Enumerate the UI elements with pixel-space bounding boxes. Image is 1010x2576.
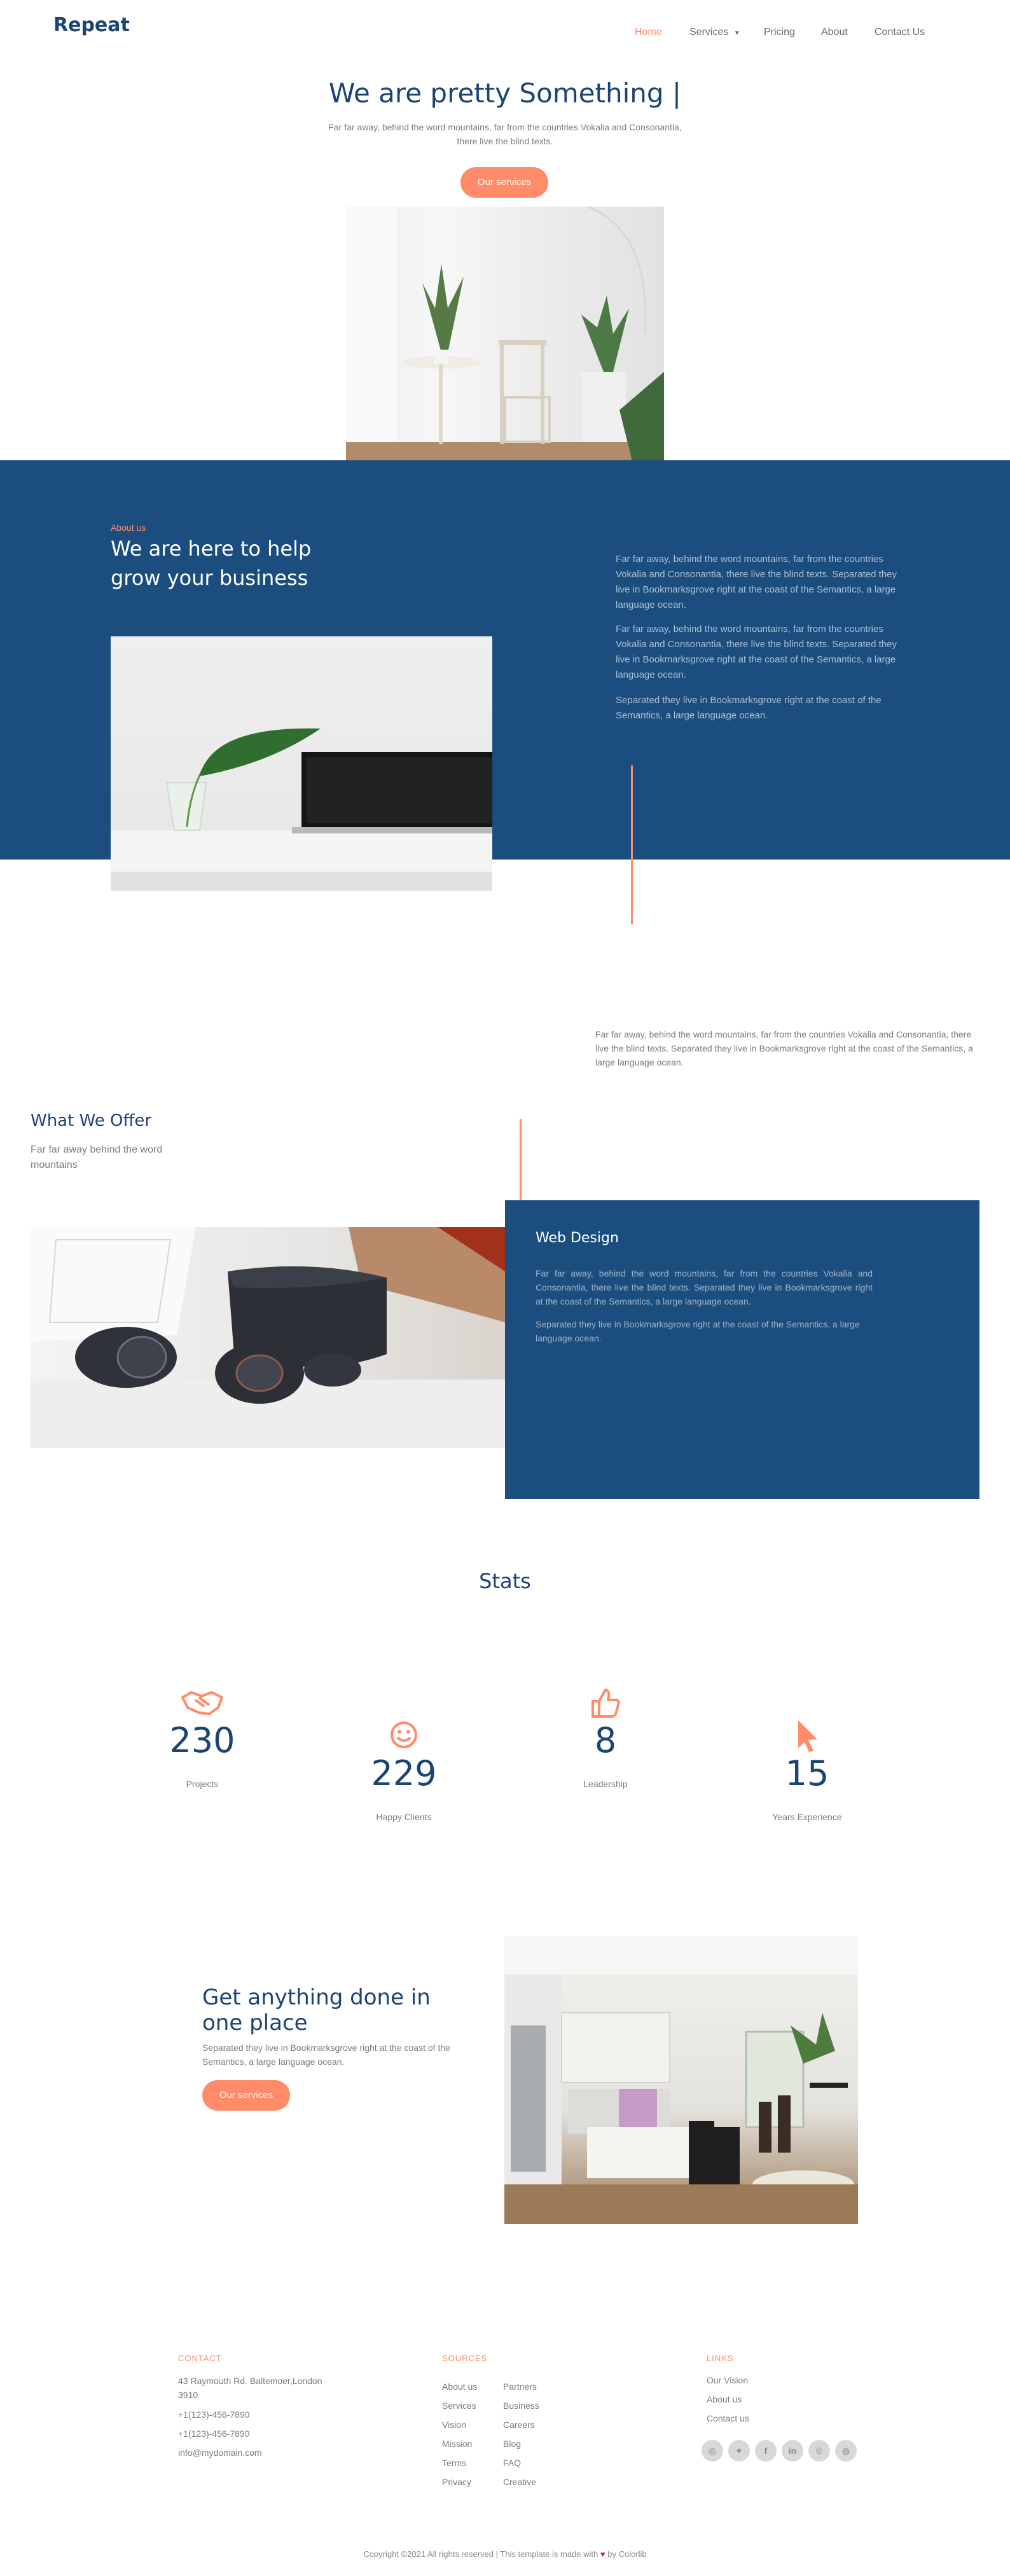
nav-about[interactable]: About [821,27,848,38]
footer-link-about[interactable]: About us [707,2394,742,2404]
stat-label-experience: Years Experience [772,1812,842,1822]
offer-image [31,1227,505,1448]
accent-divider-1 [631,765,633,924]
hero-image [346,207,664,461]
about-eyebrow: About us [111,523,146,533]
cta-title-line2: one place [202,2010,308,2036]
web-design-paragraph-2: Separated they live in Bookmarksgrove ri… [536,1319,860,1343]
footer-links-heading: LINKS [707,2353,734,2363]
footer-link-blog[interactable]: Blog [503,2439,521,2449]
cursor-icon [731,1719,883,1755]
copyright-text: Copyright ©2021 All rights reserved | Th… [363,2549,598,2559]
instagram-icon[interactable]: ◎ [702,2440,723,2462]
stat-label-projects: Projects [186,1779,219,1789]
hero-subtitle-line1: Far far away, behind the word mountains,… [328,122,682,132]
dribbble-icon[interactable]: ◍ [835,2440,857,2462]
stat-label-leadership: Leadership [583,1779,628,1789]
hero-subtitle-line2: there live the blind texts. [457,136,553,146]
twitter-icon[interactable]: ✦ [728,2440,750,2462]
offer-title: What We Offer [31,1111,152,1130]
footer-link-creative[interactable]: Creative [503,2477,536,2487]
heart-icon: ♥ [600,2549,605,2559]
offer-subtitle-line2: mountains [31,1160,78,1170]
cta-title-line1: Get anything done in [202,1985,431,2010]
footer-contact-heading: CONTACT [178,2353,222,2363]
about-title-line1: We are here to help [111,537,312,561]
footer-sources-heading: SOURCES [442,2353,488,2363]
stat-value-projects: 230 [169,1720,235,1760]
brand-logo[interactable]: Repeat [53,14,130,36]
hero-services-button[interactable]: Our services [460,167,548,198]
web-design-title: Web Design [536,1230,619,1246]
copyright-by[interactable]: by Colorlib [607,2549,646,2559]
footer-link-terms[interactable]: Terms [442,2458,466,2468]
footer-email[interactable]: info@mydomain.com [178,2448,262,2458]
offer-subtitle-line1: Far far away behind the word [31,1144,163,1155]
chevron-down-icon: ▼ [733,30,740,37]
nav-services[interactable]: Services ▼ [689,27,740,38]
smile-icon [328,1720,480,1753]
web-design-paragraph-1: Far far away, behind the word mountains,… [536,1268,873,1306]
kitchen-image [504,1936,858,2224]
stats-title: Stats [479,1569,531,1593]
about-image [111,636,492,891]
footer-phone-2[interactable]: +1(123)-456-7890 [178,2429,249,2439]
cta-services-button[interactable]: Our services [202,2080,290,2111]
footer-link-business[interactable]: Business [503,2401,539,2411]
nav-home[interactable]: Home [635,27,662,38]
thumbs-up-icon [529,1687,682,1722]
footer-link-our-vision[interactable]: Our Vision [707,2375,748,2385]
footer-link-privacy[interactable]: Privacy [442,2477,471,2487]
hero-title: We are pretty Something | [328,78,682,109]
facebook-icon[interactable]: f [755,2440,777,2462]
linkedin-icon[interactable]: in [782,2440,803,2462]
nav-contact[interactable]: Contact Us [875,27,925,38]
accent-divider-2 [520,1119,522,1202]
footer-phone-1[interactable]: +1(123)-456-7890 [178,2409,249,2420]
about-paragraph-1: Far far away, behind the word mountains,… [616,554,897,610]
offer-side-text: Far far away, behind the word mountains,… [595,1029,973,1067]
stat-value-clients: 229 [371,1753,437,1793]
footer-address: 43 Raymouth Rd. Baltemoer,London 3910 [178,2376,322,2400]
footer-link-contact[interactable]: Contact us [707,2413,749,2423]
footer-link-services[interactable]: Services [442,2401,476,2411]
nav-pricing[interactable]: Pricing [764,27,795,38]
about-title-line2: grow your business [111,566,308,590]
stat-label-clients: Happy Clients [376,1812,432,1822]
footer-link-careers[interactable]: Careers [503,2420,535,2430]
footer-link-mission[interactable]: Mission [442,2439,472,2449]
footer-link-faq[interactable]: FAQ [503,2458,521,2468]
stat-value-experience: 15 [785,1753,829,1793]
handshake-icon [126,1689,279,1720]
footer-link-vision[interactable]: Vision [442,2420,466,2430]
footer-link-about-us[interactable]: About us [442,2381,477,2392]
pinterest-icon[interactable]: ℗ [808,2440,830,2462]
cta-text: Separated they live in Bookmarksgrove ri… [202,2043,450,2067]
about-paragraph-2: Far far away, behind the word mountains,… [616,624,897,680]
nav-services-label: Services [689,27,729,38]
footer-copyright: Copyright ©2021 All rights reserved | Th… [0,2549,1010,2559]
footer-link-partners[interactable]: Partners [503,2381,537,2392]
stat-value-leadership: 8 [594,1720,617,1760]
about-paragraph-3: Separated they live in Bookmarksgrove ri… [616,695,882,721]
